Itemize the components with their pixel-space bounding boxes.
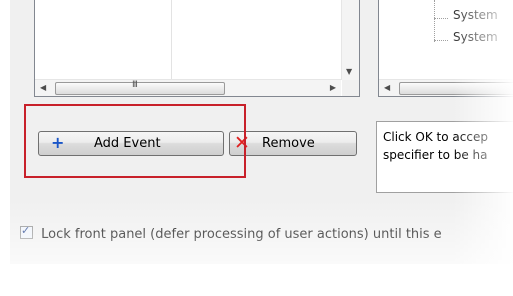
tree-connector	[434, 40, 448, 41]
lock-front-panel-label: Lock front panel (defer processing of us…	[41, 227, 442, 242]
highlight-annotation	[24, 104, 246, 178]
scroll-thumb[interactable]: III	[55, 80, 225, 95]
tree-connector	[434, 18, 448, 19]
scroll-grip: III	[132, 80, 138, 90]
tree-horizontal-scrollbar[interactable]: ◀	[379, 79, 513, 96]
checkmark-icon: ✓	[21, 224, 31, 237]
column-divider	[171, 0, 172, 80]
scroll-thumb[interactable]	[399, 82, 513, 95]
tree-item[interactable]: System	[453, 30, 498, 44]
horizontal-scrollbar[interactable]: ◀ III ▶	[35, 79, 341, 96]
event-list[interactable]: ▼ ◀ III ▶	[34, 0, 360, 97]
scroll-left-icon[interactable]: ◀	[384, 83, 390, 92]
scroll-left-icon[interactable]: ◀	[40, 83, 46, 92]
scroll-right-icon[interactable]: ▶	[330, 83, 336, 92]
lock-front-panel-checkbox[interactable]: ✓	[20, 224, 33, 239]
tree-item[interactable]: System	[453, 8, 498, 22]
vertical-scrollbar[interactable]: ▼	[341, 0, 359, 80]
tree-connector	[434, 0, 449, 42]
info-line: Click OK to accep	[383, 130, 488, 144]
scroll-corner	[342, 80, 359, 96]
remove-label: Remove	[262, 136, 315, 151]
scroll-down-icon[interactable]: ▼	[346, 67, 352, 76]
remove-button[interactable]: ✕ Remove	[229, 131, 357, 156]
lock-front-panel-option[interactable]: ✓ Lock front panel (defer processing of …	[20, 224, 442, 242]
info-line: specifier to be ha	[383, 148, 488, 162]
event-tree[interactable]: System System ◀	[378, 0, 513, 97]
info-text-box: Click OK to accep specifier to be ha	[376, 121, 513, 193]
